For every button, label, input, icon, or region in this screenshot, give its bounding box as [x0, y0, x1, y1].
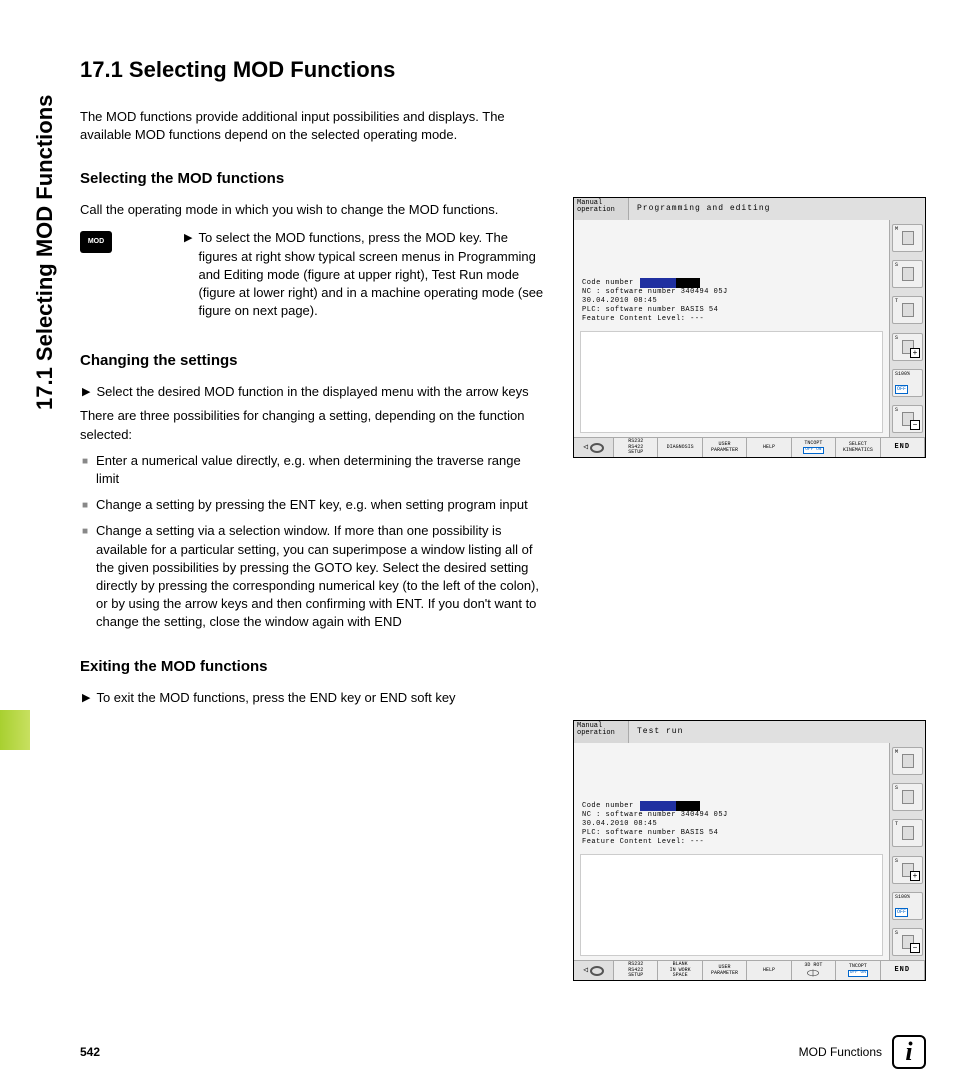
bullet-arrow-icon: ▶	[82, 691, 90, 706]
code-number-label: Code number	[582, 279, 634, 288]
softkey-help[interactable]: HELP	[747, 961, 791, 980]
side-button-s-minus[interactable]: S	[892, 405, 923, 433]
screen-info-line: Feature Content Level: ---	[582, 838, 881, 847]
side-button-m[interactable]: M	[892, 747, 923, 775]
bullet-arrow-icon: ▶	[82, 385, 90, 400]
softkey-select-kinematics[interactable]: SELECT KINEMATICS	[836, 438, 880, 457]
select-paragraph: Call the operating mode in which you wis…	[80, 201, 545, 219]
softkey-end[interactable]: END	[881, 961, 925, 980]
screen-title: Programming and editing	[629, 198, 925, 220]
page-title: 17.1 Selecting MOD Functions	[80, 55, 545, 86]
side-button-t[interactable]: T	[892, 819, 923, 847]
bullet-arrow-icon: ▶	[184, 231, 192, 246]
code-number-input[interactable]	[640, 278, 700, 288]
info-icon: i	[892, 1035, 926, 1069]
side-button-m[interactable]: M	[892, 224, 923, 252]
side-title: 17.1 Selecting MOD Functions	[30, 95, 61, 410]
screen-side-panel: M S T S S100%OFF S	[889, 220, 925, 437]
screen-side-panel: M S T S S100%OFF S	[889, 743, 925, 960]
heading-change: Changing the settings	[80, 350, 545, 371]
screen-content-area	[580, 854, 883, 956]
mod-key-icon: MOD	[80, 231, 112, 253]
screen-info-line: 30.04.2010 08:45	[582, 820, 881, 829]
softkey-tncopt[interactable]: TNCOPTOFF ON	[836, 961, 880, 980]
softkey-nav[interactable]: ◁	[574, 438, 614, 457]
list-item-text: Enter a numerical value directly, e.g. w…	[96, 452, 545, 488]
softkey-rs232[interactable]: RS232 RS422 SETUP	[614, 438, 658, 457]
softkey-help[interactable]: HELP	[747, 438, 791, 457]
chapter-label: MOD Functions	[799, 1044, 882, 1061]
screen-content-area	[580, 331, 883, 433]
mod-bullet-text: To select the MOD functions, press the M…	[198, 229, 545, 320]
softkey-user-parameter[interactable]: USER PARAMETER	[703, 438, 747, 457]
screen-softkey-bar: ◁ RS232 RS422 SETUP DIAGNOSIS USER PARAM…	[574, 437, 925, 457]
page-number: 542	[80, 1044, 100, 1061]
screen-title: Test run	[629, 721, 925, 743]
code-number-input[interactable]	[640, 801, 700, 811]
heading-exit: Exiting the MOD functions	[80, 656, 545, 677]
side-accent-bar	[0, 710, 30, 750]
side-button-s[interactable]: S	[892, 783, 923, 811]
screen-info-line: PLC: software number BASIS 54	[582, 306, 881, 315]
heading-select: Selecting the MOD functions	[80, 168, 545, 189]
list-item: ■ Change a setting by pressing the ENT ke…	[82, 496, 545, 514]
softkey-blank-workspace[interactable]: BLANK IN WORK SPACE	[658, 961, 702, 980]
screen-info-line: NC : software number 340494 05J	[582, 811, 881, 820]
side-button-s-plus[interactable]: S	[892, 333, 923, 361]
screen-info-line: Feature Content Level: ---	[582, 315, 881, 324]
screen-info-block: Code number NC : software number 340494 …	[580, 274, 883, 326]
screen-info-line: NC : software number 340494 05J	[582, 288, 881, 297]
softkey-tncopt[interactable]: TNCOPTOFF ON	[792, 438, 836, 457]
screen-info-line: PLC: software number BASIS 54	[582, 829, 881, 838]
side-button-s100[interactable]: S100%OFF	[892, 369, 923, 397]
intro-paragraph: The MOD functions provide additional inp…	[80, 108, 545, 144]
side-button-s[interactable]: S	[892, 260, 923, 288]
square-bullet-icon: ■	[82, 455, 88, 469]
side-button-t[interactable]: T	[892, 296, 923, 324]
screen-info-block: Code number NC : software number 340494 …	[580, 797, 883, 849]
list-item: ■ Change a setting via a selection window…	[82, 522, 545, 631]
softkey-rs232[interactable]: RS232 RS422 SETUP	[614, 961, 658, 980]
side-button-s-minus[interactable]: S	[892, 928, 923, 956]
softkey-nav[interactable]: ◁	[574, 961, 614, 980]
exit-bullet-text: To exit the MOD functions, press the END…	[96, 689, 455, 707]
side-button-s-plus[interactable]: S	[892, 856, 923, 884]
screen-softkey-bar: ◁ RS232 RS422 SETUP BLANK IN WORK SPACE …	[574, 960, 925, 980]
square-bullet-icon: ■	[82, 525, 88, 539]
softkey-diagnosis[interactable]: DIAGNOSIS	[658, 438, 702, 457]
softkey-3d-rot[interactable]: 3D ROT	[792, 961, 836, 980]
list-item-text: Change a setting via a selection window.…	[96, 522, 545, 631]
code-number-label: Code number	[582, 802, 634, 811]
screenshot-programming-editing: Manual operation Programming and editing…	[573, 197, 926, 458]
list-item-text: Change a setting by pressing the ENT key…	[96, 496, 528, 514]
screen-corner-label: Manual operation	[574, 721, 629, 743]
screen-info-line: 30.04.2010 08:45	[582, 297, 881, 306]
softkey-user-parameter[interactable]: USER PARAMETER	[703, 961, 747, 980]
change-paragraph: There are three possibilities for changi…	[80, 407, 545, 443]
list-item: ■ Enter a numerical value directly, e.g. …	[82, 452, 545, 488]
screenshot-test-run: Manual operation Test run Code number NC…	[573, 720, 926, 981]
change-bullet-text: Select the desired MOD function in the d…	[96, 383, 528, 401]
softkey-end[interactable]: END	[881, 438, 925, 457]
screen-corner-label: Manual operation	[574, 198, 629, 220]
side-button-s100[interactable]: S100%OFF	[892, 892, 923, 920]
square-bullet-icon: ■	[82, 499, 88, 513]
change-options-list: ■ Enter a numerical value directly, e.g. …	[82, 452, 545, 632]
